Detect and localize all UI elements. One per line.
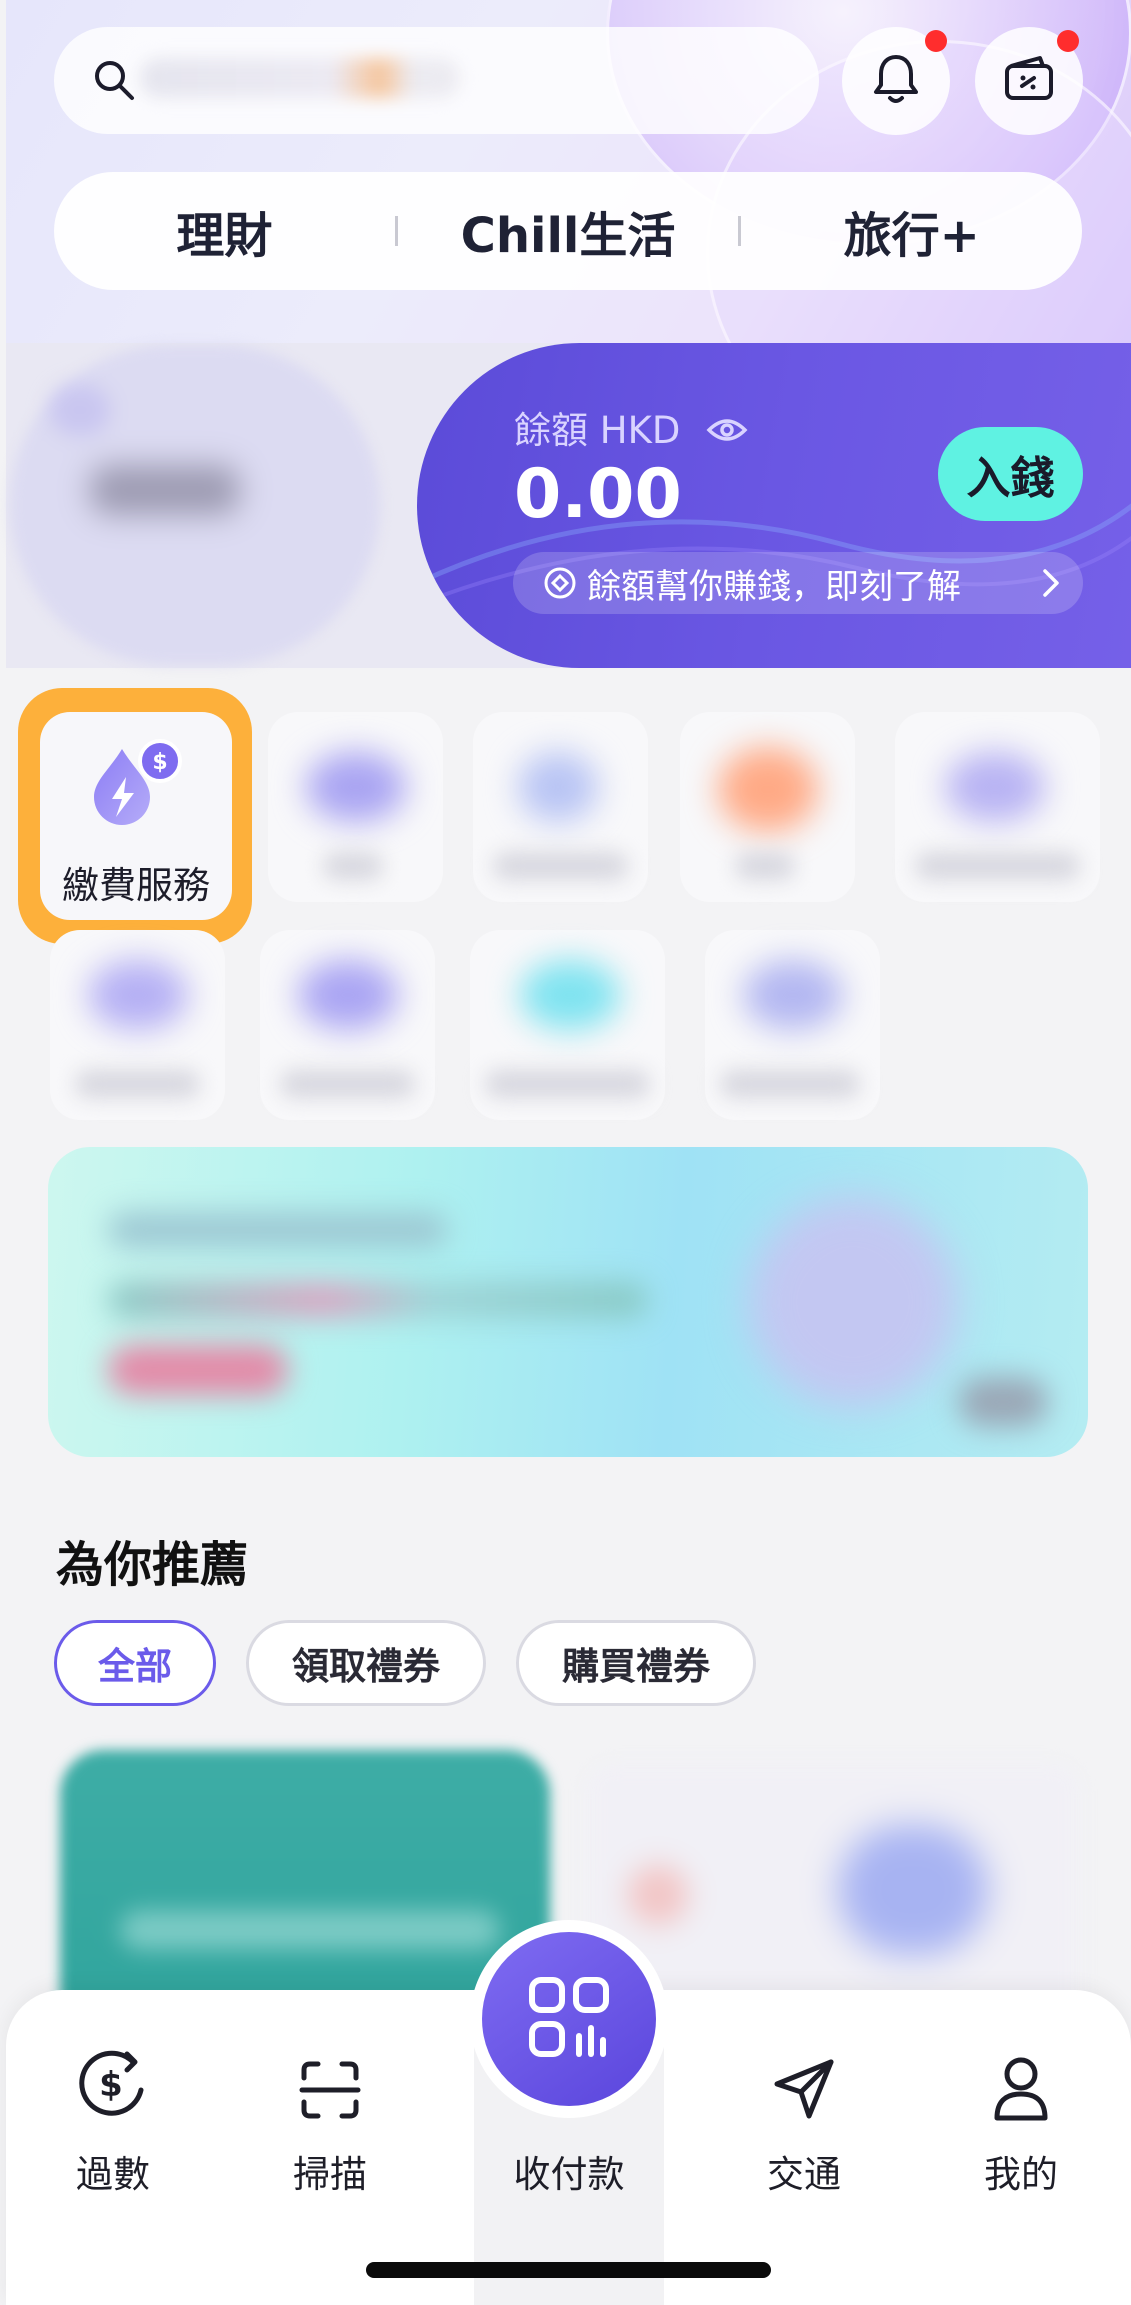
transport-icon (714, 2042, 894, 2122)
balance-label: 餘額 HKD (514, 400, 748, 454)
recommend-title: 為你推薦 (56, 1537, 249, 1593)
balance-amount: 0.00 (514, 455, 682, 534)
blurred-banner-indicator (958, 1377, 1048, 1427)
chip-all[interactable]: 全部 (54, 1620, 216, 1706)
top-tabs: 理財 Chill生活 旅行+ (54, 172, 1082, 290)
blurred-service-label (323, 852, 383, 880)
nav-pay-label: 收付款 (513, 2153, 625, 2196)
blurred-service-label (915, 852, 1080, 880)
blurred-service-label (75, 1070, 200, 1098)
service-tile[interactable] (473, 712, 648, 902)
nav-transport-label: 交通 (767, 2153, 841, 2196)
blurred-account-card[interactable] (10, 345, 380, 665)
tab-travel[interactable]: 旅行+ (741, 196, 1082, 266)
service-tile[interactable] (268, 712, 443, 902)
chip-claim-vouchers[interactable]: 領取禮券 (246, 1620, 486, 1706)
blurred-service-label (493, 852, 628, 880)
blurred-banner-cta (108, 1345, 288, 1395)
notification-badge (1057, 30, 1079, 52)
service-tile[interactable] (705, 930, 880, 1120)
service-tile[interactable] (895, 712, 1100, 902)
tab-wealth[interactable]: 理財 (54, 196, 395, 266)
service-tile[interactable] (260, 930, 435, 1120)
blurred-card-text (120, 1910, 500, 1950)
blurred-content (90, 465, 240, 515)
deposit-button[interactable]: 入錢 (938, 427, 1083, 521)
blurred-service-icon (743, 960, 843, 1030)
blurred-service-icon (945, 752, 1045, 822)
blurred-banner-title (108, 1212, 448, 1248)
nav-transfer[interactable]: $ 過數 (23, 2042, 203, 2198)
blurred-service-label (735, 852, 795, 880)
blurred-service-icon (88, 960, 188, 1030)
target-icon (543, 566, 577, 600)
blurred-service-icon (718, 747, 818, 832)
nav-scan-label: 掃描 (293, 2153, 367, 2196)
svg-text:$: $ (99, 2065, 123, 2105)
blurred-service-icon (520, 960, 620, 1030)
scan-icon (240, 2042, 420, 2122)
blurred-banner-subtitle (108, 1282, 648, 1318)
profile-icon (931, 2042, 1111, 2122)
search-placeholder-blurred (140, 58, 460, 98)
blurred-service-icon (306, 752, 406, 822)
nav-scan[interactable]: 掃描 (240, 2042, 420, 2198)
svg-text:$: $ (152, 750, 167, 775)
nav-pay-label-wrap[interactable]: 收付款 (479, 2144, 659, 2198)
bill-payment-label: 繳費服務 (62, 864, 210, 907)
balance-label-text: 餘額 HKD (514, 409, 681, 452)
service-tile[interactable] (470, 930, 665, 1120)
promo-banner[interactable] (48, 1147, 1088, 1457)
service-tile[interactable] (680, 712, 855, 902)
promo-text: 餘額幫你賺錢，即刻了解 (587, 566, 961, 607)
nav-profile[interactable]: 我的 (931, 2042, 1111, 2198)
blurred-card-image (838, 1825, 988, 1955)
blurred-service-icon (298, 960, 398, 1030)
balance-promo-link[interactable]: 餘額幫你賺錢，即刻了解 (513, 552, 1083, 614)
nav-transfer-label: 過數 (76, 2153, 150, 2196)
service-tile[interactable] (50, 930, 225, 1120)
blurred-service-label (485, 1070, 650, 1098)
nav-profile-label: 我的 (984, 2153, 1058, 2196)
eye-icon[interactable] (706, 411, 748, 454)
nav-transport[interactable]: 交通 (714, 2042, 894, 2198)
bill-payment-icon: $ (82, 735, 192, 839)
ticket-wallet-icon (1002, 54, 1056, 108)
blurred-service-label (280, 1070, 415, 1098)
chevron-right-icon (1041, 567, 1061, 599)
search-icon (92, 58, 136, 106)
qr-pay-button[interactable] (482, 1932, 656, 2106)
blurred-content (50, 385, 110, 435)
qr-pay-icon (526, 1974, 612, 2064)
blurred-service-icon (518, 752, 598, 822)
home-indicator (366, 2262, 771, 2278)
transfer-icon: $ (23, 2042, 203, 2122)
blurred-banner-illustration (748, 1197, 958, 1407)
blurred-service-label (720, 1070, 860, 1098)
chip-buy-vouchers[interactable]: 購買禮券 (516, 1620, 756, 1706)
tab-chill-life[interactable]: Chill生活 (398, 196, 739, 266)
notification-badge (925, 30, 947, 52)
blurred-card-image (628, 1865, 688, 1925)
bell-icon (871, 52, 921, 110)
